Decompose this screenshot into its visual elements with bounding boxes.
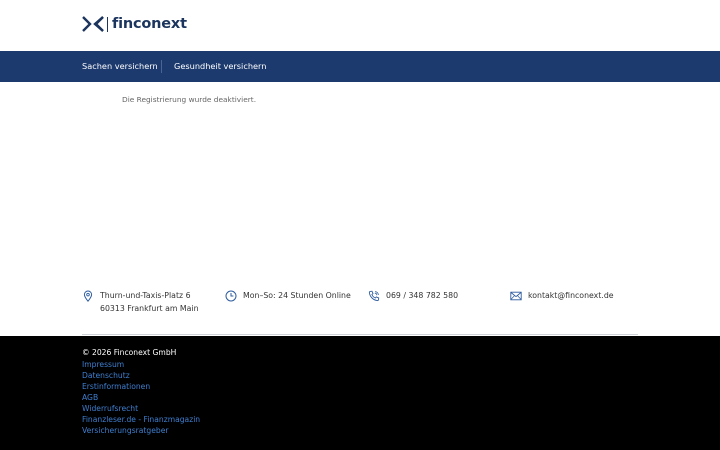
clock-icon xyxy=(225,290,237,302)
finconext-logo-icon xyxy=(82,16,104,32)
copyright-text: © 2026 Finconext GmbH xyxy=(82,348,177,357)
opening-hours: Mon–So: 24 Stunden Online xyxy=(243,291,351,300)
logo-separator xyxy=(107,16,108,32)
address-city: 60313 Frankfurt am Main xyxy=(100,303,199,313)
site-footer: © 2026 Finconext GmbH Impressum Datensch… xyxy=(0,336,720,450)
footer-divider xyxy=(82,334,638,335)
contact-address: Thurn-und-Taxis-Platz 6 60313 Frankfurt … xyxy=(82,290,199,320)
contact-email[interactable]: kontakt@finconext.de xyxy=(510,290,614,320)
mail-icon xyxy=(510,291,522,301)
footer-link-finanzleser[interactable]: Finanzleser.de - Finanzmagazin xyxy=(82,414,200,425)
contact-phone[interactable]: 069 / 348 782 580 xyxy=(368,290,458,320)
footer-link-widerrufsrecht[interactable]: Widerrufsrecht xyxy=(82,403,200,414)
nav-separator xyxy=(161,60,162,73)
footer-links: Impressum Datenschutz Erstinformationen … xyxy=(82,359,200,436)
address-street: Thurn-und-Taxis-Platz 6 xyxy=(100,291,191,300)
brand-logo-link[interactable]: finconext xyxy=(82,15,187,33)
footer-link-versicherungsratgeber[interactable]: Versicherungsratgeber xyxy=(82,425,200,436)
brand-name: finconext xyxy=(112,16,187,32)
phone-number[interactable]: 069 / 348 782 580 xyxy=(386,290,458,303)
location-pin-icon xyxy=(83,290,93,302)
email-address[interactable]: kontakt@finconext.de xyxy=(528,290,614,303)
nav-item-sachen-versichern[interactable]: Sachen versichern xyxy=(82,51,158,82)
footer-link-datenschutz[interactable]: Datenschutz xyxy=(82,370,200,381)
main-navigation: Sachen versichern Gesundheit versichern xyxy=(0,51,720,82)
footer-link-erstinformationen[interactable]: Erstinformationen xyxy=(82,381,200,392)
registration-disabled-message: Die Registrierung wurde deaktiviert. xyxy=(122,95,257,104)
contact-hours: Mon–So: 24 Stunden Online xyxy=(225,290,351,320)
footer-link-agb[interactable]: AGB xyxy=(82,392,200,403)
nav-item-gesundheit-versichern[interactable]: Gesundheit versichern xyxy=(174,51,266,82)
footer-link-impressum[interactable]: Impressum xyxy=(82,359,200,370)
phone-icon xyxy=(368,290,380,302)
site-header: finconext xyxy=(0,0,720,51)
